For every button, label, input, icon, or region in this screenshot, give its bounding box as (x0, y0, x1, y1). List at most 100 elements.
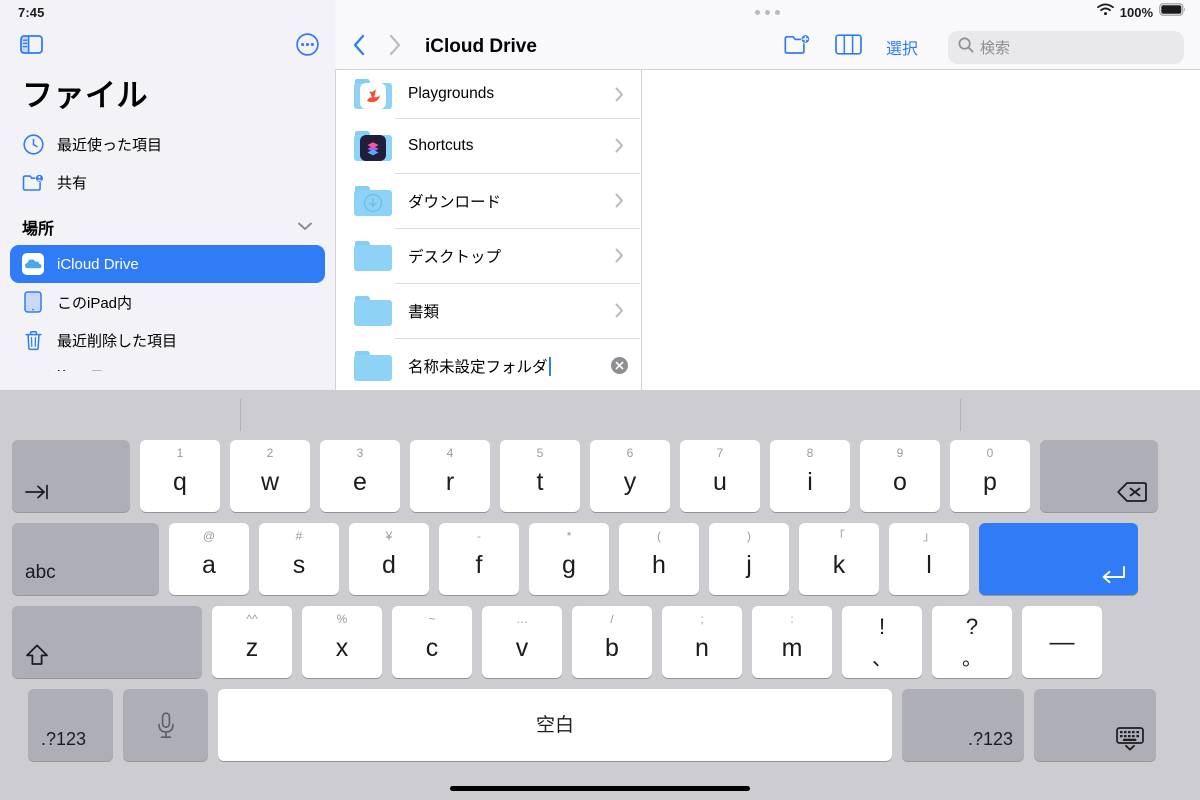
key-label: n (695, 634, 709, 662)
sidebar-item-recently-deleted[interactable]: 最近削除した項目 (10, 321, 325, 359)
keyboard-row-1: 1q 2w 3e 4r 5t 6y 7u 8i 9o 0p (0, 440, 1200, 512)
key-hint: - (477, 529, 481, 543)
key-label: w (260, 468, 280, 496)
key-u[interactable]: 7u (680, 440, 760, 512)
key-hint: ^^ (246, 612, 258, 626)
list-item[interactable]: デスクトップ (336, 228, 640, 283)
keyboard-dismiss-icon (1115, 726, 1145, 752)
chevron-right-icon[interactable] (597, 138, 640, 153)
key-y[interactable]: 6y (590, 440, 670, 512)
column-view-icon[interactable] (835, 34, 862, 60)
key-o[interactable]: 9o (860, 440, 940, 512)
chevron-right-icon[interactable] (597, 87, 640, 102)
key-label: t (536, 468, 544, 496)
home-indicator[interactable] (450, 786, 750, 791)
key-label: b (605, 634, 619, 662)
list-item[interactable]: 書類 (336, 283, 640, 338)
key-hint: 9 (896, 446, 904, 460)
file-name: Shortcuts (408, 136, 474, 154)
tab-key[interactable] (12, 440, 130, 512)
numbers-key-right[interactable]: .?123 (902, 689, 1024, 761)
key-label-bottom: 。 (962, 648, 982, 670)
chevron-right-icon[interactable] (597, 303, 640, 318)
key-b[interactable]: / b (572, 606, 652, 678)
chevron-right-icon[interactable] (597, 248, 640, 263)
key-label: g (562, 551, 576, 579)
sidebar-section-title: 場所 (22, 221, 55, 238)
key-h[interactable]: (h (619, 523, 699, 595)
predictive-divider (240, 399, 241, 431)
new-folder-icon[interactable] (784, 33, 811, 61)
key-question-period[interactable]: ?。 (932, 606, 1012, 678)
key-hint: 「 (832, 529, 845, 543)
key-s[interactable]: # s (259, 523, 339, 595)
list-item[interactable]: ダウンロード (336, 173, 640, 228)
key-m[interactable]: :m (752, 606, 832, 678)
key-w[interactable]: 2w (230, 440, 310, 512)
backspace-key[interactable] (1040, 440, 1158, 512)
dictation-key[interactable] (123, 689, 208, 761)
key-e[interactable]: 3e (320, 440, 400, 512)
select-button[interactable]: 選択 (886, 35, 918, 59)
space-key[interactable]: 空白 (218, 689, 892, 761)
key-j[interactable]: ) j (709, 523, 789, 595)
key-q[interactable]: 1q (140, 440, 220, 512)
window-grabber-dots[interactable] (335, 0, 1200, 24)
key-label: c (425, 634, 439, 662)
key-x[interactable]: % x (302, 606, 382, 678)
wifi-icon (1096, 3, 1114, 21)
key-exclamation-comma[interactable]: !、 (842, 606, 922, 678)
numbers-key-left[interactable]: .?123 (28, 689, 113, 761)
key-f[interactable]: -f (439, 523, 519, 595)
sidebar-toggle-icon[interactable] (20, 34, 43, 54)
key-a[interactable]: @ a (169, 523, 249, 595)
key-label: v (515, 634, 529, 662)
sidebar-item-on-my-ipad[interactable]: このiPad内 (10, 283, 325, 321)
key-label: j (746, 551, 752, 579)
search-input[interactable]: 検索 (948, 30, 1184, 64)
key-c[interactable]: ~ c (392, 606, 472, 678)
key-i[interactable]: 8i (770, 440, 850, 512)
list-item[interactable]: Shortcuts (336, 118, 640, 173)
key-t[interactable]: 5t (500, 440, 580, 512)
abc-key[interactable]: abc (12, 523, 159, 595)
key-hint: / (610, 612, 614, 626)
navigation-toolbar: iCloud Drive 選択 検索 (335, 24, 1200, 70)
key-label-top: ! (878, 614, 886, 639)
key-label: s (292, 551, 306, 579)
detail-pane (641, 70, 1200, 390)
search-placeholder: 検索 (980, 39, 1011, 57)
key-n[interactable]: ; n (662, 606, 742, 678)
chevron-left-icon[interactable] (353, 34, 366, 61)
key-k[interactable]: 「k (799, 523, 879, 595)
more-circle-icon[interactable] (296, 32, 319, 56)
key-v[interactable]: … v (482, 606, 562, 678)
dismiss-keyboard-key[interactable] (1034, 689, 1156, 761)
chevron-right-icon[interactable] (597, 193, 640, 208)
sidebar-item-label: 最近使った項目 (57, 136, 163, 154)
sidebar-item-icloud-drive[interactable]: iCloud Drive (10, 245, 325, 283)
list-item-renaming[interactable]: 名称未設定フォルダ (336, 338, 640, 390)
key-d[interactable]: ¥ d (349, 523, 429, 595)
chevron-right-icon-nav[interactable] (388, 34, 401, 61)
predictive-bar (0, 390, 1200, 440)
sidebar-section-locations[interactable]: 場所 (0, 201, 335, 245)
key-label-bottom: 、 (872, 648, 892, 670)
folder-name-input[interactable]: 名称未設定フォルダ (408, 355, 597, 377)
key-hint: 」 (922, 529, 935, 543)
key-label: z (245, 634, 259, 662)
shift-key[interactable] (12, 606, 202, 678)
key-g[interactable]: * g (529, 523, 609, 595)
key-p[interactable]: 0p (950, 440, 1030, 512)
sidebar-item-shared[interactable]: 共有 (10, 163, 325, 201)
key-r[interactable]: 4r (410, 440, 490, 512)
key-dash[interactable]: — (1022, 606, 1102, 678)
chevron-down-icon[interactable] (297, 218, 313, 236)
return-key[interactable] (979, 523, 1138, 595)
list-item[interactable]: Playgrounds (336, 70, 640, 118)
key-z[interactable]: ^^ z (212, 606, 292, 678)
key-l[interactable]: 」 l (889, 523, 969, 595)
sidebar-item-recents[interactable]: 最近使った項目 (10, 125, 325, 163)
clear-text-icon[interactable] (597, 357, 640, 374)
key-label: m (781, 634, 803, 662)
